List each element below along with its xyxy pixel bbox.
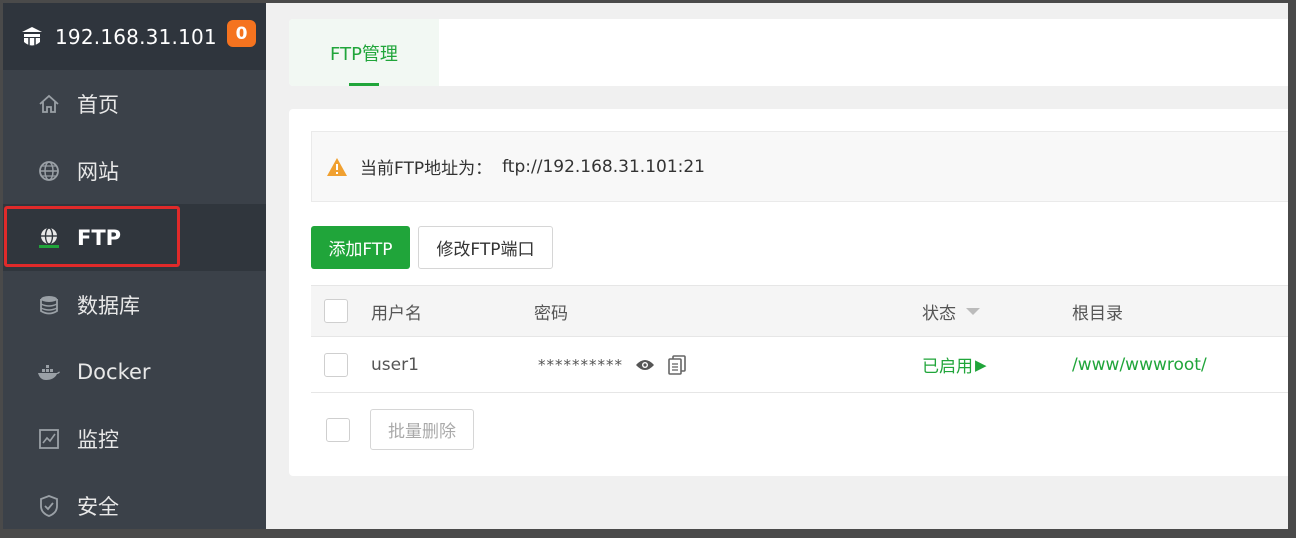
database-icon	[37, 293, 61, 317]
sidebar-item-monitor[interactable]: 监控	[3, 405, 266, 472]
monitor-icon	[37, 427, 61, 451]
sidebar-item-website[interactable]: 网站	[3, 137, 266, 204]
sidebar-item-label: 网站	[77, 159, 119, 184]
table-row: user1 ********** 已启用 ▶ /www/wwwroot/	[311, 337, 1288, 393]
sidebar-item-ftp[interactable]: FTP	[3, 204, 266, 271]
sidebar-item-label: 数据库	[77, 293, 140, 318]
docker-icon	[37, 360, 61, 384]
sidebar-item-docker[interactable]: Docker	[3, 338, 266, 405]
select-all-checkbox[interactable]	[324, 299, 348, 323]
sidebar-item-label: 首页	[77, 92, 119, 117]
shield-icon	[37, 494, 61, 518]
server-logo-icon	[22, 26, 42, 45]
header-status[interactable]: 状态	[922, 299, 1072, 324]
cell-username: user1	[371, 354, 419, 375]
globe-icon	[37, 159, 61, 183]
tab-label: FTP管理	[330, 43, 398, 65]
cell-status[interactable]: 已启用 ▶	[922, 352, 1072, 378]
sidebar-item-label: Docker	[77, 359, 151, 384]
play-icon: ▶	[975, 355, 987, 374]
ftp-icon	[37, 226, 61, 250]
server-ip: 192.168.31.101	[55, 24, 217, 49]
sidebar-item-label: FTP	[77, 225, 122, 250]
sort-caret-icon[interactable]	[966, 307, 980, 315]
warning-icon	[327, 157, 347, 176]
cell-password: **********	[534, 354, 922, 375]
cell-root-link[interactable]: /www/wwwroot/	[1072, 355, 1288, 375]
header-username: 用户名	[371, 303, 422, 324]
sidebar: 192.168.31.101 0 首页 网站 FTP 数据库 Docker 监控…	[3, 3, 266, 529]
ftp-address: ftp://192.168.31.101:21	[502, 156, 705, 177]
batch-delete-button[interactable]: 批量删除	[370, 409, 474, 450]
tab-ftp-management[interactable]: FTP管理	[289, 19, 439, 86]
tab-bar: FTP管理	[289, 19, 1288, 86]
main-panel: 当前FTP地址为： ftp://192.168.31.101:21 添加FTP …	[289, 109, 1288, 476]
batch-actions: 批量删除	[311, 409, 474, 450]
sidebar-nav: 首页 网站 FTP 数据库 Docker 监控 安全	[3, 70, 266, 529]
add-ftp-button[interactable]: 添加FTP	[311, 226, 410, 269]
sidebar-item-security[interactable]: 安全	[3, 472, 266, 529]
notification-badge[interactable]: 0	[227, 20, 256, 47]
table-header: 用户名 密码 状态 根目录	[311, 286, 1288, 337]
modify-ftp-port-button[interactable]: 修改FTP端口	[418, 226, 553, 269]
row-checkbox[interactable]	[324, 352, 348, 377]
sidebar-item-database[interactable]: 数据库	[3, 271, 266, 338]
ftp-table: 用户名 密码 状态 根目录 user1 ********** 已启用 ▶ /ww…	[311, 285, 1288, 393]
notice-label: 当前FTP地址为：	[360, 159, 493, 179]
ftp-address-notice: 当前FTP地址为： ftp://192.168.31.101:21	[311, 131, 1288, 202]
sidebar-item-home[interactable]: 首页	[3, 70, 266, 137]
home-icon	[37, 92, 61, 116]
header-root: 根目录	[1072, 303, 1123, 324]
header-status-label: 状态	[922, 303, 956, 324]
header-password: 密码	[534, 303, 568, 324]
copy-icon[interactable]	[667, 354, 687, 375]
tab-active-indicator	[349, 83, 379, 86]
status-text: 已启用	[922, 357, 973, 377]
password-mask: **********	[538, 355, 623, 374]
eye-icon[interactable]	[635, 355, 655, 375]
sidebar-item-label: 安全	[77, 494, 119, 519]
sidebar-item-label: 监控	[77, 427, 119, 452]
batch-select-checkbox[interactable]	[326, 417, 350, 442]
app-window: 192.168.31.101 0 首页 网站 FTP 数据库 Docker 监控…	[3, 3, 1288, 529]
